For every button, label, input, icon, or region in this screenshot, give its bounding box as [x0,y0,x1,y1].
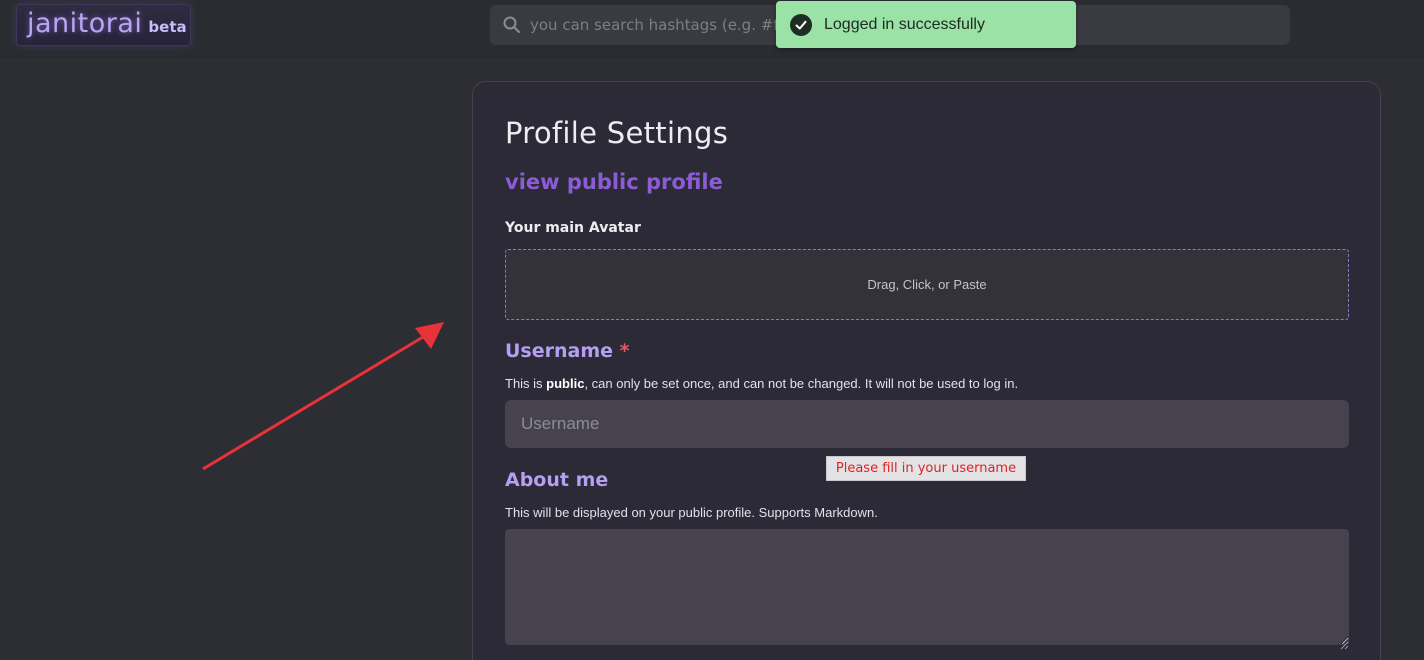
validation-tooltip: Please fill in your username [826,456,1026,481]
username-help: This is public, can only be set once, an… [505,376,1018,391]
about-textarea[interactable] [505,529,1349,645]
username-help-bold: public [546,376,585,391]
resize-grip-icon[interactable] [1339,635,1349,650]
success-toast[interactable]: Logged in successfully [776,1,1076,48]
avatar-dropzone[interactable]: Drag, Click, or Paste [505,249,1349,320]
search-icon [502,15,522,35]
view-public-profile-link[interactable]: view public profile [505,170,723,194]
username-label-text: Username [505,340,614,362]
janitorai-logo[interactable]: janitorai beta [16,4,191,46]
page-title: Profile Settings [505,116,729,150]
about-help: This will be displayed on your public pr… [505,505,878,520]
beta-tag: beta [148,18,187,36]
avatar-label: Your main Avatar [505,220,641,236]
top-bar: janitorai beta [0,0,1424,58]
logo-text: janitorai [27,8,143,39]
username-help-suffix: , can only be set once, and can not be c… [584,376,1019,391]
username-label: Username * [505,340,630,362]
toast-message: Logged in successfully [824,15,985,33]
username-input[interactable] [505,400,1349,448]
about-label: About me [505,469,609,491]
check-circle-icon [790,13,812,36]
username-help-prefix: This is [505,376,547,391]
dropzone-text: Drag, Click, or Paste [867,277,987,292]
required-mark: * [619,340,630,362]
profile-settings-card: Profile Settings view public profile You… [472,81,1381,660]
